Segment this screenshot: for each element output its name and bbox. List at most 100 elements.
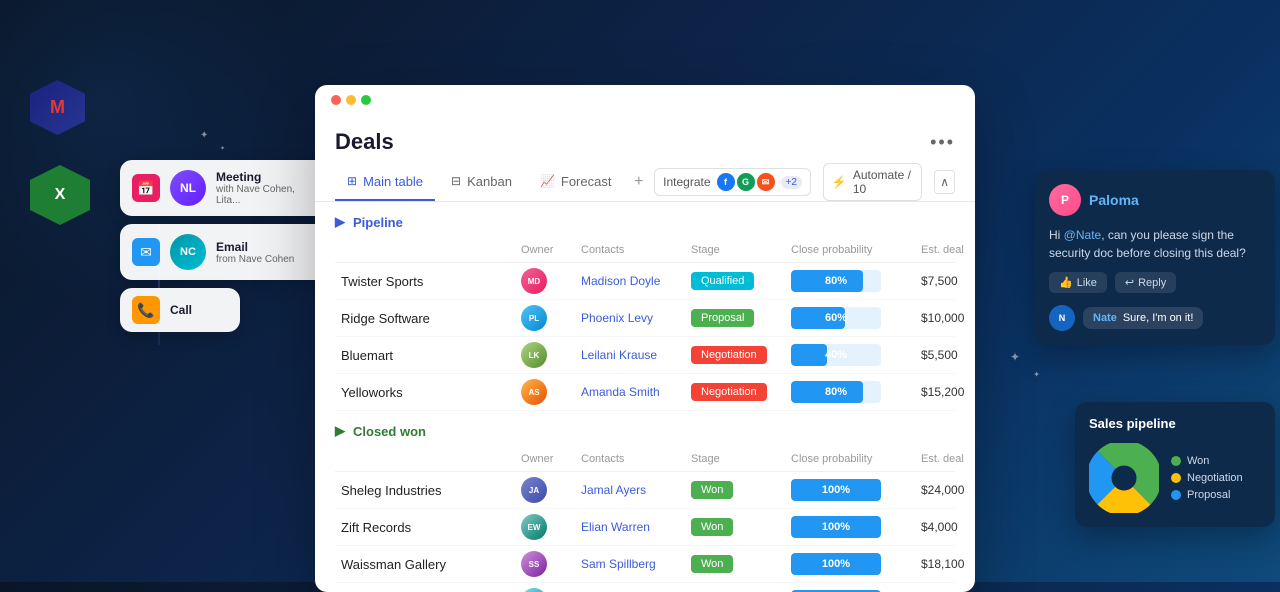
est-deal-sheleg: $24,000: [915, 481, 975, 499]
more-options-button[interactable]: •••: [930, 132, 955, 153]
chat-message: Hi @Nate, can you please sign the securi…: [1049, 226, 1261, 262]
tab-forecast[interactable]: 📈 Forecast: [528, 164, 624, 201]
tabs-bar: ⊞ Main table ⊟ Kanban 📈 Forecast + Integ…: [315, 163, 975, 202]
deals-panel: Deals ••• ⊞ Main table ⊟ Kanban 📈 Foreca…: [315, 85, 975, 592]
meeting-avatar: NL: [170, 170, 206, 206]
tab-main-table[interactable]: ⊞ Main table: [335, 164, 435, 201]
won-label: Won: [1187, 455, 1209, 467]
contact-link-ridge[interactable]: Phoenix Levy: [581, 311, 653, 325]
sales-legend: Won Negotiation Proposal: [1171, 455, 1243, 501]
closed-won-table-header: Owner Contacts Stage Close probability E…: [335, 447, 955, 472]
negotiation-color-dot: [1171, 473, 1181, 483]
prob-label-zift: 100%: [822, 521, 850, 533]
contact-link-twister[interactable]: Madison Doyle: [581, 274, 660, 288]
paloma-avatar: P: [1049, 184, 1081, 216]
excel-icon[interactable]: X: [30, 165, 90, 225]
contact-link-sheleg[interactable]: Jamal Ayers: [581, 483, 646, 497]
stage-badge-twister: Qualified: [691, 272, 754, 290]
chat-actions: 👍 Like ↩ Reply: [1049, 272, 1261, 293]
meeting-card[interactable]: 📅 NL Meeting with Nave Cohen, Lita...: [120, 160, 330, 216]
closed-won-label: Closed won: [353, 424, 426, 439]
prob-fill-bluemart: [791, 344, 827, 366]
minimize-window-btn[interactable]: [346, 95, 356, 105]
star-decoration-2: ✦: [220, 145, 225, 152]
reply-icon: ↩: [1125, 276, 1134, 289]
table-row: Ridge Software PL Phoenix Levy Proposal …: [335, 300, 955, 337]
call-icon: 📞: [132, 296, 160, 324]
prob-label-ridge: 60%: [825, 312, 847, 324]
prob-twister: 80%: [785, 268, 915, 294]
est-deal-zift: $4,000: [915, 518, 975, 536]
table-row: Sheleg Industries JA Jamal Ayers Won 100…: [335, 472, 955, 509]
reply-label: Reply: [1138, 277, 1166, 289]
owner-avatar-waissman: SS: [521, 551, 547, 577]
contact-ridge: Phoenix Levy: [575, 309, 685, 327]
owner-bluemart: LK: [515, 340, 575, 370]
like-button[interactable]: 👍 Like: [1049, 272, 1107, 293]
negotiation-label: Negotiation: [1187, 472, 1243, 484]
contact-link-waissman[interactable]: Sam Spillberg: [581, 557, 656, 571]
tab-forecast-label: Forecast: [561, 174, 612, 189]
integration-google-icon: G: [737, 173, 755, 191]
stage-sheleg: Won: [685, 479, 785, 501]
table-row: Zift Records EW Elian Warren Won 100% $4…: [335, 509, 955, 546]
tab-kanban-label: Kanban: [467, 174, 512, 189]
col-owner: Owner: [515, 242, 575, 258]
tab-kanban[interactable]: ⊟ Kanban: [439, 164, 524, 201]
sales-pipeline-panel: Sales pipeline Won Negotiation Proposal: [1075, 402, 1275, 527]
owner-sheleg: JA: [515, 475, 575, 505]
est-deal-yelloworks: $15,200: [915, 383, 975, 401]
prob-bar-ridge: 60%: [791, 307, 881, 329]
stage-ridge: Proposal: [685, 307, 785, 329]
owner-avatar-sff: HG: [521, 588, 547, 592]
chat-reply-row: N Nate Sure, I'm on it!: [1049, 305, 1261, 331]
col-contacts: Contacts: [575, 242, 685, 258]
forecast-icon: 📈: [540, 174, 555, 188]
maximize-window-btn[interactable]: [361, 95, 371, 105]
pipeline-label: Pipeline: [353, 215, 403, 230]
contact-link-yelloworks[interactable]: Amanda Smith: [581, 385, 660, 399]
prob-sheleg: 100%: [785, 477, 915, 503]
stage-twister: Qualified: [685, 270, 785, 292]
stage-waissman: Won: [685, 553, 785, 575]
prob-label-yelloworks: 80%: [825, 386, 847, 398]
close-window-btn[interactable]: [331, 95, 341, 105]
nate-avatar: N: [1049, 305, 1075, 331]
add-tab-button[interactable]: +: [627, 170, 650, 194]
prob-bar-bluemart: 40%: [791, 344, 881, 366]
meeting-title: Meeting: [216, 170, 318, 184]
legend-proposal: Proposal: [1171, 489, 1243, 501]
kanban-icon: ⊟: [451, 174, 461, 188]
contact-twister: Madison Doyle: [575, 272, 685, 290]
call-card[interactable]: 📞 Call: [120, 288, 240, 332]
owner-avatar-bluemart: LK: [521, 342, 547, 368]
col-name: [335, 242, 515, 258]
window-controls: [315, 85, 975, 111]
contact-link-bluemart[interactable]: Leilani Krause: [581, 348, 657, 362]
integrate-button[interactable]: Integrate f G ✉ +2: [654, 168, 811, 196]
email-card[interactable]: ✉ NC Email from Nave Cohen: [120, 224, 330, 280]
gmail-icon[interactable]: M: [30, 80, 85, 135]
prob-yelloworks: 80%: [785, 379, 915, 405]
owner-sff: HG: [515, 586, 575, 592]
deal-name-waissman: Waissman Gallery: [335, 555, 515, 574]
prob-waissman: 100%: [785, 551, 915, 577]
owner-avatar-twister: MD: [521, 268, 547, 294]
prob-bar-waissman: 100%: [791, 553, 881, 575]
email-subtitle: from Nave Cohen: [216, 254, 318, 265]
automate-button[interactable]: ⚡ Automate / 10: [823, 163, 922, 201]
like-icon: 👍: [1059, 276, 1073, 289]
star-decoration-3: ✦: [1010, 350, 1020, 364]
sales-pipeline-title: Sales pipeline: [1089, 416, 1261, 431]
owner-avatar-zift: EW: [521, 514, 547, 540]
est-deal-bluemart: $5,500: [915, 346, 975, 364]
integrate-badge: +2: [781, 176, 802, 189]
reply-username: Nate: [1093, 312, 1117, 324]
prob-bar-yelloworks: 80%: [791, 381, 881, 403]
legend-won: Won: [1171, 455, 1243, 467]
stage-badge-ridge: Proposal: [691, 309, 754, 327]
contact-link-zift[interactable]: Elian Warren: [581, 520, 650, 534]
prob-label-bluemart: 40%: [825, 349, 847, 361]
collapse-button[interactable]: ∧: [934, 170, 955, 194]
reply-button[interactable]: ↩ Reply: [1115, 272, 1176, 293]
